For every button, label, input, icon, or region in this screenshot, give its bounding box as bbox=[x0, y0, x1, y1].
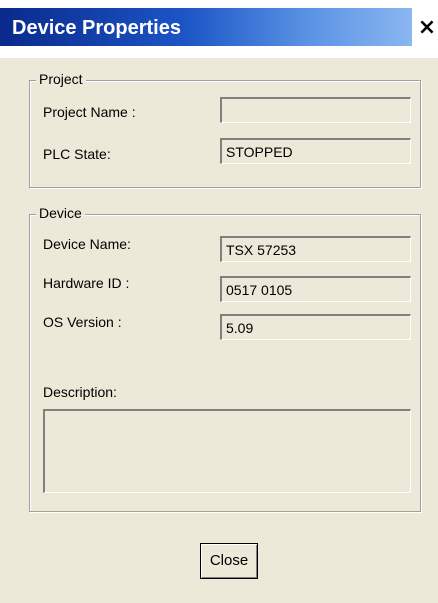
os-version-label: OS Version : bbox=[43, 314, 122, 330]
os-version-field[interactable]: 5.09 bbox=[220, 314, 411, 340]
device-name-field[interactable]: TSX 57253 bbox=[220, 236, 411, 262]
project-name-field[interactable] bbox=[220, 97, 411, 123]
project-group-legend: Project bbox=[36, 71, 86, 87]
device-group-legend: Device bbox=[36, 205, 85, 221]
project-name-label: Project Name : bbox=[43, 104, 136, 120]
hardware-id-label: Hardware ID : bbox=[43, 275, 130, 291]
device-name-label: Device Name: bbox=[43, 236, 131, 252]
plc-state-field[interactable]: STOPPED bbox=[220, 138, 411, 164]
description-label: Description: bbox=[43, 384, 117, 400]
device-properties-dialog: Device Properties × Project Project Name… bbox=[0, 0, 438, 603]
close-button[interactable]: Close bbox=[200, 543, 258, 579]
window-title: Device Properties bbox=[12, 17, 181, 39]
close-icon[interactable]: × bbox=[417, 16, 437, 40]
plc-state-label: PLC State: bbox=[43, 146, 111, 162]
hardware-id-field[interactable]: 0517 0105 bbox=[220, 276, 411, 302]
title-bar: Device Properties × bbox=[0, 0, 438, 58]
description-field[interactable] bbox=[43, 409, 411, 493]
